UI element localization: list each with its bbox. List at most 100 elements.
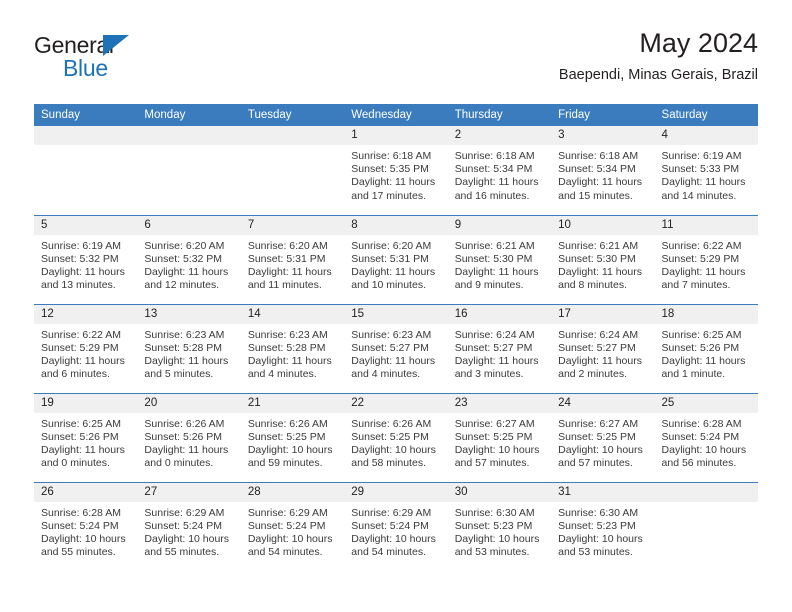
calendar-table: Sunday Monday Tuesday Wednesday Thursday…: [34, 104, 758, 571]
calendar-day-cell[interactable]: 1 Sunrise: 6:18 AM Sunset: 5:35 PM Daylight…: [344, 126, 448, 215]
calendar-day-cell[interactable]: 8 Sunrise: 6:20 AM Sunset: 5:31 PM Daylight…: [344, 214, 448, 304]
daylight-text: Daylight: 11 hours and 0 minutes.: [144, 443, 229, 470]
sunrise-text: Sunrise: 6:20 AM: [351, 239, 432, 252]
calendar-day-cell[interactable]: 5 Sunrise: 6:19 AM Sunset: 5:32 PM Daylight…: [34, 214, 138, 304]
calendar-day-cell[interactable]: 9 Sunrise: 6:21 AM Sunset: 5:30 PM Daylight…: [447, 214, 552, 304]
sunrise-text: Sunrise: 6:20 AM: [144, 239, 225, 252]
sunset-text: Sunset: 5:26 PM: [661, 341, 740, 354]
calendar-day-cell[interactable]: 19 Sunrise: 6:25 AM Sunset: 5:26 PM Dayligh…: [34, 392, 138, 482]
calendar-day-cell[interactable]: 31 Sunrise: 6:30 AM Sunset: 5:23 PM Dayligh…: [551, 481, 655, 571]
daylight-text: Daylight: 10 hours and 56 minutes.: [661, 443, 747, 470]
day-details: Sunrise: 6:19 AM Sunset: 5:32 PM Daylight:…: [34, 235, 137, 293]
calendar-day-cell[interactable]: 24 Sunrise: 6:27 AM Sunset: 5:25 PM Dayligh…: [551, 392, 655, 482]
day-details: Sunrise: 6:24 AM Sunset: 5:27 PM Daylight:…: [551, 324, 654, 382]
daylight-text: Daylight: 11 hours and 4 minutes.: [351, 354, 436, 381]
daylight-text: Daylight: 10 hours and 54 minutes.: [351, 532, 436, 559]
day-details: Sunrise: 6:22 AM Sunset: 5:29 PM Daylight:…: [655, 235, 758, 293]
sunset-text: Sunset: 5:33 PM: [661, 163, 740, 176]
weekday-header-monday: Monday: [137, 104, 241, 126]
sunset-text: Sunset: 5:29 PM: [661, 252, 740, 265]
day-number: 15: [344, 304, 448, 324]
daylight-text: Daylight: 10 hours and 57 minutes.: [454, 443, 540, 470]
calendar-day-cell[interactable]: 20 Sunrise: 6:26 AM Sunset: 5:26 PM Dayligh…: [137, 392, 241, 482]
sunset-text: Sunset: 5:32 PM: [144, 252, 223, 265]
sunrise-text: Sunrise: 6:28 AM: [661, 417, 742, 430]
calendar-day-cell[interactable]: 14 Sunrise: 6:23 AM Sunset: 5:28 PM Dayligh…: [240, 303, 345, 393]
daylight-text: Daylight: 11 hours and 8 minutes.: [558, 265, 642, 292]
calendar-header-row: Sunday Monday Tuesday Wednesday Thursday…: [34, 104, 758, 126]
day-number: 28: [240, 482, 345, 502]
page-title: May 2024: [639, 28, 758, 58]
day-details: Sunrise: 6:26 AM Sunset: 5:26 PM Daylight:…: [137, 413, 240, 471]
sunrise-text: Sunrise: 6:18 AM: [351, 150, 432, 162]
calendar-day-cell[interactable]: 22 Sunrise: 6:26 AM Sunset: 5:25 PM Dayligh…: [344, 392, 448, 482]
day-number: 11: [654, 215, 758, 235]
calendar-day-cell[interactable]: 7 Sunrise: 6:20 AM Sunset: 5:31 PM Daylight…: [240, 214, 345, 304]
calendar-day-cell[interactable]: 21 Sunrise: 6:26 AM Sunset: 5:25 PM Dayligh…: [240, 392, 345, 482]
day-number: 24: [551, 393, 655, 413]
sunrise-text: Sunrise: 6:29 AM: [351, 506, 432, 519]
daylight-text: Daylight: 11 hours and 2 minutes.: [558, 354, 642, 381]
calendar-day-cell[interactable]: 11 Sunrise: 6:22 AM Sunset: 5:29 PM Dayligh…: [654, 214, 758, 304]
sunset-text: Sunset: 5:27 PM: [454, 341, 533, 354]
calendar-day-cell[interactable]: 13 Sunrise: 6:23 AM Sunset: 5:28 PM Dayligh…: [137, 303, 241, 393]
day-details: Sunrise: 6:27 AM Sunset: 5:25 PM Daylight:…: [551, 413, 654, 471]
calendar-day-cell[interactable]: 26 Sunrise: 6:28 AM Sunset: 5:24 PM Dayligh…: [34, 481, 138, 571]
daylight-text: Daylight: 11 hours and 0 minutes.: [41, 443, 125, 470]
daylight-text: Daylight: 11 hours and 7 minutes.: [661, 265, 746, 292]
calendar-day-cell[interactable]: 16 Sunrise: 6:24 AM Sunset: 5:27 PM Dayligh…: [447, 303, 552, 393]
calendar-day-cell[interactable]: 6 Sunrise: 6:20 AM Sunset: 5:32 PM Daylight…: [137, 214, 241, 304]
calendar-day-cell[interactable]: 12 Sunrise: 6:22 AM Sunset: 5:29 PM Dayligh…: [34, 303, 138, 393]
day-number: 25: [654, 393, 758, 413]
calendar-day-cell[interactable]: 27 Sunrise: 6:29 AM Sunset: 5:24 PM Dayligh…: [137, 481, 241, 571]
daylight-text: Daylight: 11 hours and 16 minutes.: [454, 176, 539, 202]
calendar-day-cell[interactable]: 15 Sunrise: 6:23 AM Sunset: 5:27 PM Dayligh…: [344, 303, 448, 393]
triangle-icon: [103, 35, 129, 56]
day-number: 19: [34, 393, 138, 413]
brand-name-blue: Blue: [63, 55, 108, 81]
daylight-text: Daylight: 11 hours and 1 minute.: [661, 354, 746, 381]
brand-logo[interactable]: General Blue: [34, 32, 234, 88]
calendar-day-cell[interactable]: 3 Sunrise: 6:18 AM Sunset: 5:34 PM Daylight…: [551, 126, 655, 215]
calendar-day-cell[interactable]: 4 Sunrise: 6:19 AM Sunset: 5:33 PM Daylight…: [654, 126, 758, 215]
daylight-text: Daylight: 10 hours and 53 minutes.: [558, 532, 643, 559]
daylight-text: Daylight: 10 hours and 53 minutes.: [454, 532, 540, 559]
calendar-week-row: 5 Sunrise: 6:19 AM Sunset: 5:32 PM Daylight…: [34, 214, 758, 304]
calendar-day-cell[interactable]: 23 Sunrise: 6:27 AM Sunset: 5:25 PM Dayligh…: [447, 392, 552, 482]
calendar-day-cell[interactable]: 2 Sunrise: 6:18 AM Sunset: 5:34 PM Daylight…: [447, 126, 552, 215]
calendar-day-cell[interactable]: 25 Sunrise: 6:28 AM Sunset: 5:24 PM Dayligh…: [654, 392, 758, 482]
day-details: Sunrise: 6:22 AM Sunset: 5:29 PM Daylight:…: [34, 324, 137, 382]
day-details: Sunrise: 6:20 AM Sunset: 5:31 PM Daylight:…: [344, 235, 447, 293]
sunset-text: Sunset: 5:30 PM: [558, 252, 636, 265]
sunrise-text: Sunrise: 6:24 AM: [454, 328, 535, 341]
day-details: Sunrise: 6:21 AM Sunset: 5:30 PM Daylight:…: [551, 235, 654, 293]
calendar-day-cell[interactable]: 30 Sunrise: 6:30 AM Sunset: 5:23 PM Dayligh…: [447, 481, 552, 571]
day-number: 6: [137, 215, 241, 235]
day-number: 29: [344, 482, 448, 502]
calendar-day-cell[interactable]: 10 Sunrise: 6:21 AM Sunset: 5:30 PM Dayligh…: [551, 214, 655, 304]
sunset-text: Sunset: 5:27 PM: [351, 341, 429, 354]
day-details: [137, 145, 240, 150]
calendar-body: 1 Sunrise: 6:18 AM Sunset: 5:35 PM Daylight…: [34, 126, 758, 571]
sunset-text: Sunset: 5:35 PM: [351, 163, 429, 176]
sunset-text: Sunset: 5:34 PM: [558, 163, 636, 176]
day-details: [241, 145, 344, 150]
sunrise-text: Sunrise: 6:29 AM: [247, 506, 328, 519]
title-block: May 2024 Baependi, Minas Gerais, Brazil: [559, 26, 758, 86]
calendar-day-cell[interactable]: 29 Sunrise: 6:29 AM Sunset: 5:24 PM Dayligh…: [344, 481, 448, 571]
daylight-text: Daylight: 11 hours and 17 minutes.: [351, 176, 436, 202]
calendar-day-cell[interactable]: 17 Sunrise: 6:24 AM Sunset: 5:27 PM Dayligh…: [551, 303, 655, 393]
sunrise-text: Sunrise: 6:23 AM: [351, 328, 432, 341]
day-details: Sunrise: 6:20 AM Sunset: 5:31 PM Daylight:…: [241, 235, 344, 293]
day-number: 18: [654, 304, 758, 324]
sunrise-text: Sunrise: 6:30 AM: [454, 506, 535, 519]
day-number: 21: [240, 393, 345, 413]
sunrise-text: Sunrise: 6:19 AM: [41, 239, 121, 252]
day-number: 14: [240, 304, 345, 324]
calendar-day-cell[interactable]: 18 Sunrise: 6:25 AM Sunset: 5:26 PM Dayligh…: [654, 303, 758, 393]
weekday-header-tuesday: Tuesday: [240, 104, 345, 126]
sunset-text: Sunset: 5:24 PM: [144, 519, 223, 532]
daylight-text: Daylight: 10 hours and 59 minutes.: [247, 443, 333, 470]
calendar-day-cell-empty: [240, 126, 345, 215]
calendar-day-cell[interactable]: 28 Sunrise: 6:29 AM Sunset: 5:24 PM Dayligh…: [240, 481, 345, 571]
